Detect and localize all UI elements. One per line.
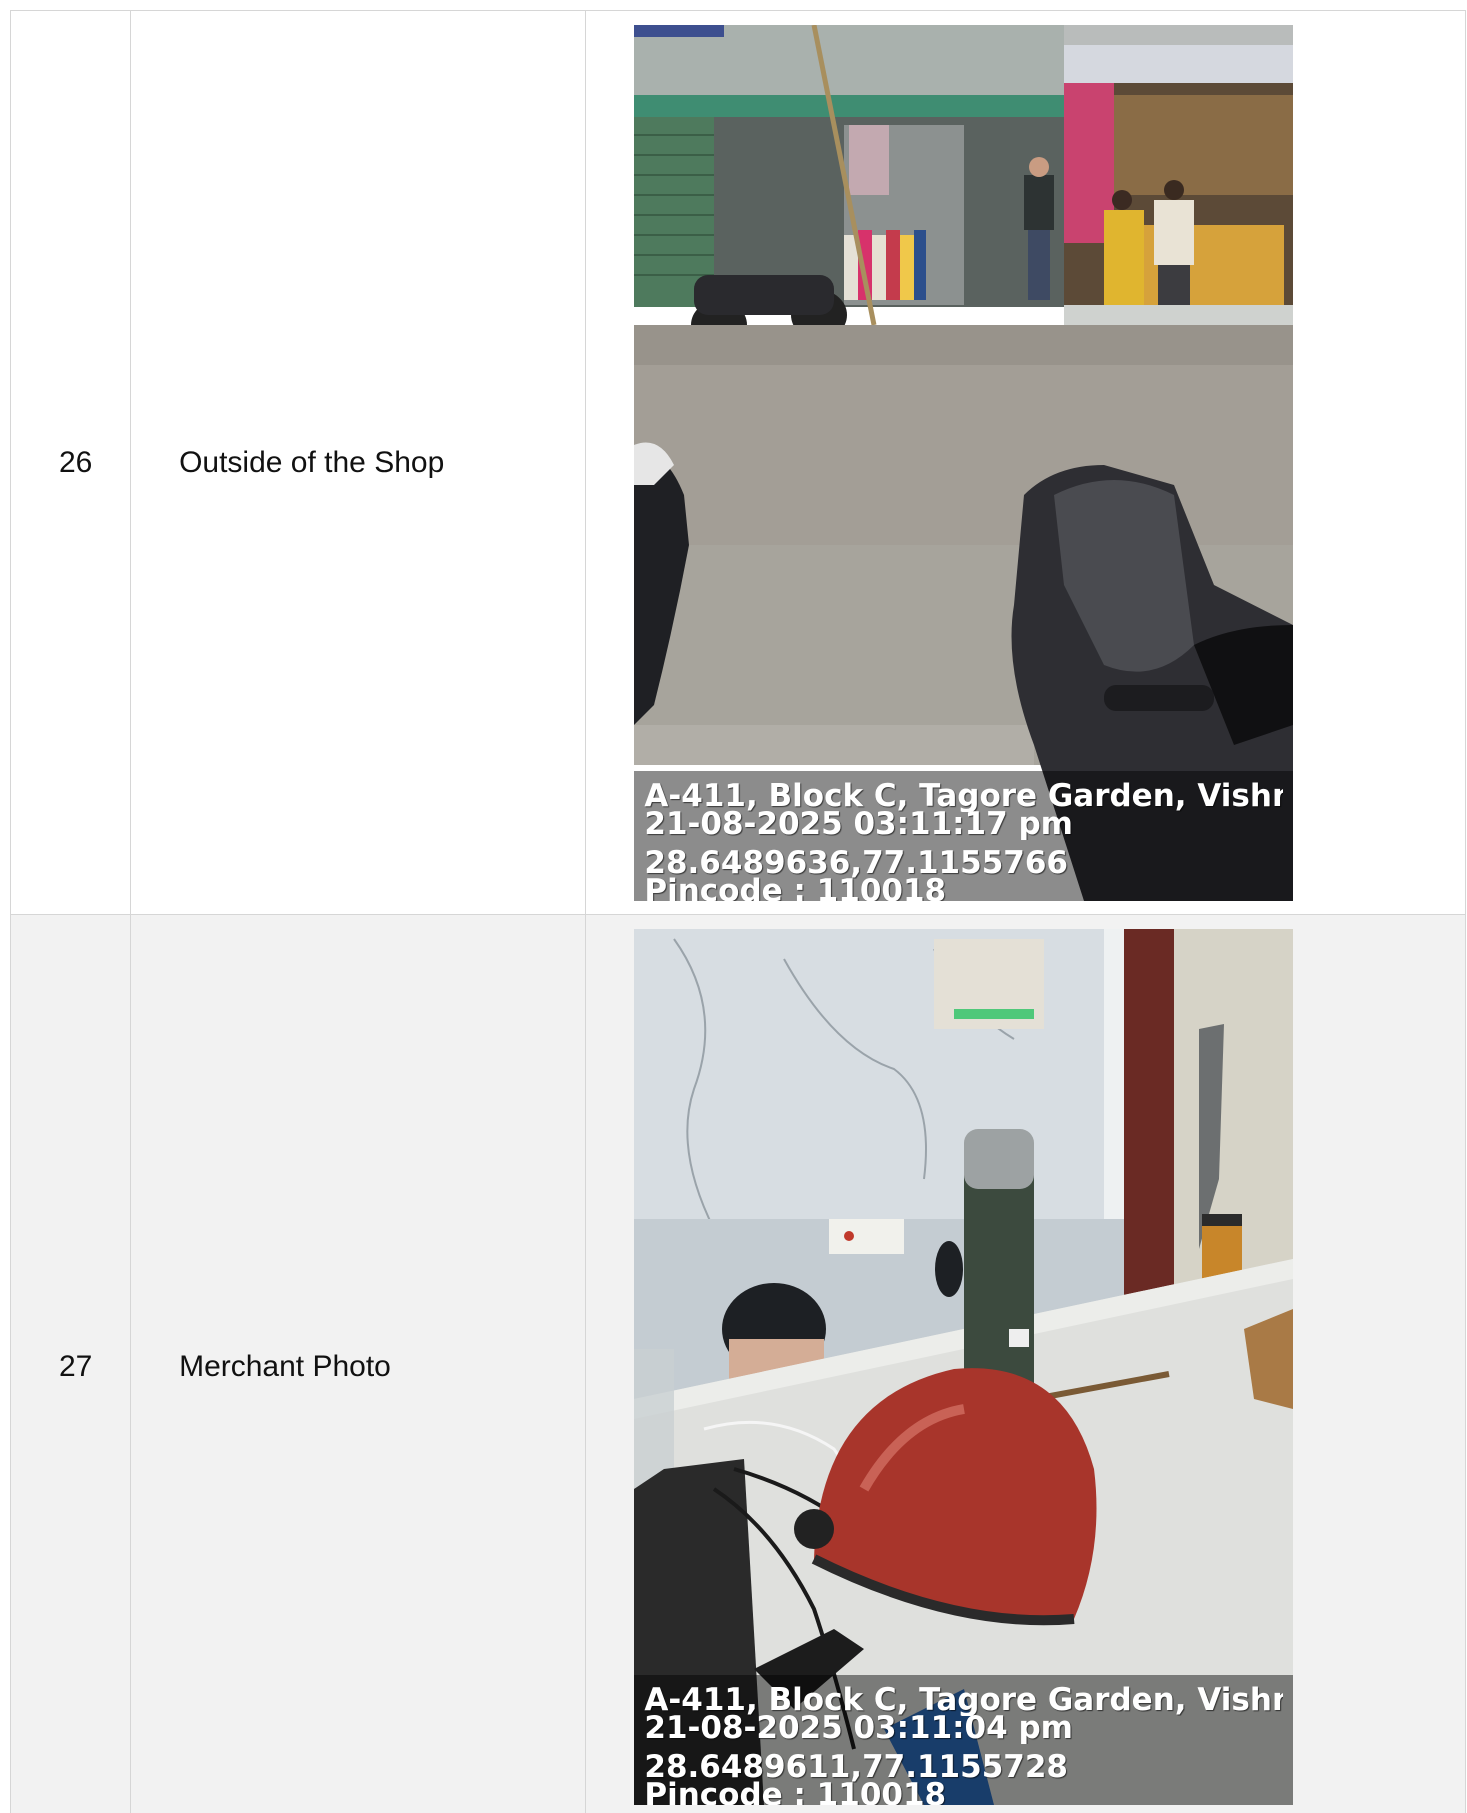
row-label-cell: Merchant Photo (130, 914, 587, 1813)
stamp-coordinates: 28.6489636,77.1155766 (644, 847, 1068, 879)
stamp-datetime: 21-08-2025 03:11:04 pm (644, 1712, 1073, 1744)
row-photo-cell: A-411, Block C, Tagore Garden, Vishnu ..… (585, 10, 1466, 915)
row-number-cell: 27 (9, 914, 132, 1813)
row-number: 27 (59, 1349, 93, 1383)
row-label: Outside of the Shop (179, 445, 445, 479)
stamp-coordinates: 28.6489611,77.1155728 (644, 1751, 1068, 1783)
photo-evidence-table: 26 Outside of the Shop A-411, Block C, T… (9, 10, 1466, 1813)
row-number-cell: 26 (9, 10, 132, 915)
stamp-pincode: Pincode : 110018 (644, 1779, 947, 1805)
row-number: 26 (59, 445, 93, 479)
table-row: 26 Outside of the Shop A-411, Block C, T… (9, 10, 1466, 915)
report-page: 26 Outside of the Shop A-411, Block C, T… (0, 0, 1467, 1813)
stamp-pincode: Pincode : 110018 (644, 875, 947, 901)
row-photo-cell: A-411, Block C, Tagore Garden, Vishnu ..… (585, 914, 1466, 1813)
geo-stamp: A-411, Block C, Tagore Garden, Vishnu ..… (634, 1674, 1294, 1805)
merchant-photo-image (634, 928, 1294, 1805)
shop-outside-photo-image (634, 24, 1294, 901)
stamp-address: A-411, Block C, Tagore Garden, Vishnu ..… (644, 1684, 1284, 1716)
row-label: Merchant Photo (179, 1349, 391, 1383)
shop-outside-photo[interactable]: A-411, Block C, Tagore Garden, Vishnu ..… (634, 24, 1294, 901)
stamp-address: A-411, Block C, Tagore Garden, Vishnu ..… (644, 780, 1284, 812)
stamp-datetime: 21-08-2025 03:11:17 pm (644, 808, 1073, 840)
table-row: 27 Merchant Photo A-411, Block C, Tagore… (9, 914, 1466, 1813)
merchant-photo[interactable]: A-411, Block C, Tagore Garden, Vishnu ..… (634, 928, 1294, 1805)
geo-stamp: A-411, Block C, Tagore Garden, Vishnu ..… (634, 770, 1294, 901)
row-label-cell: Outside of the Shop (130, 10, 587, 915)
